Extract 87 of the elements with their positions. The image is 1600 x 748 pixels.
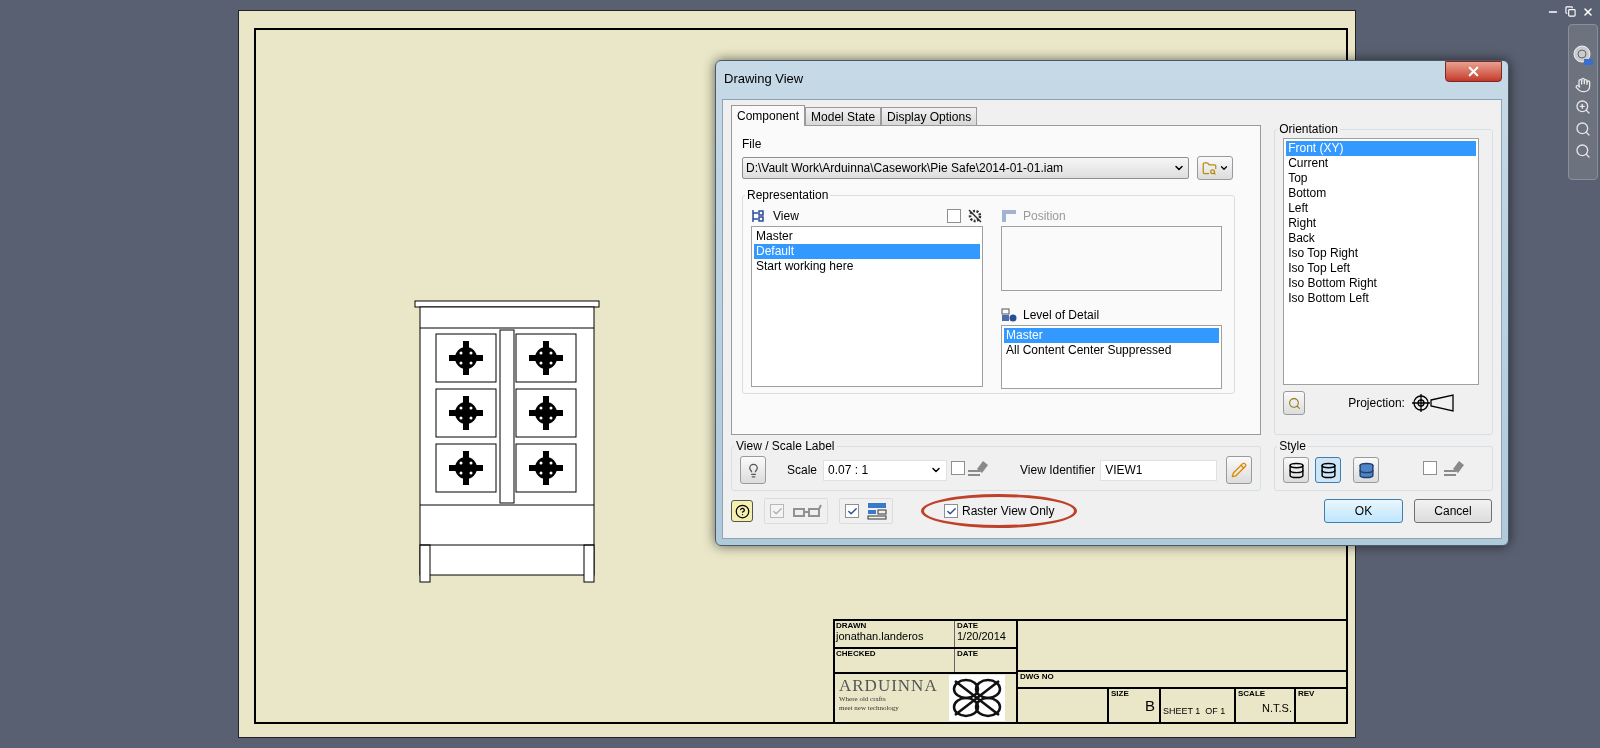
field-label: Position xyxy=(1023,208,1066,225)
list-item[interactable]: Top xyxy=(1286,171,1477,186)
view-identifier-field[interactable]: VIEW1 xyxy=(1100,459,1218,481)
field-label: CHECKED xyxy=(836,649,877,658)
list-item[interactable]: Bottom xyxy=(1286,186,1477,201)
knot-logo-icon xyxy=(949,675,1005,721)
field-label: DATE xyxy=(957,649,980,658)
check-icon xyxy=(771,505,783,517)
list-item[interactable]: Back xyxy=(1286,231,1477,246)
ok-button[interactable]: OK xyxy=(1324,499,1403,523)
close-icon[interactable] xyxy=(1582,6,1594,18)
projection-icon xyxy=(1410,393,1455,413)
group-label: Style xyxy=(1278,438,1307,455)
window-title: Drawing View xyxy=(724,70,804,88)
list-item[interactable]: Current xyxy=(1286,156,1477,171)
style-button[interactable] xyxy=(1283,457,1310,483)
date-value: 1/20/2014 xyxy=(957,630,1007,643)
field-label: DRAWN xyxy=(836,621,868,630)
folder-search-icon xyxy=(1201,160,1217,176)
scale-dropdown[interactable]: 0.07 : 1 xyxy=(823,459,948,481)
list-item[interactable]: Iso Bottom Left xyxy=(1286,291,1477,306)
field-label: File xyxy=(742,136,763,153)
style-button[interactable] xyxy=(1315,457,1342,483)
caret-icon xyxy=(1218,163,1229,173)
checkbox-label[interactable]: Raster View Only xyxy=(962,502,1055,520)
cylinder-icon xyxy=(1319,461,1337,479)
help-icon xyxy=(734,503,750,519)
field-label: View xyxy=(773,208,800,225)
zoom-all-icon[interactable] xyxy=(1575,143,1591,159)
group-label: Orientation xyxy=(1278,121,1339,138)
field-label: SCALE xyxy=(1238,689,1267,698)
style-button[interactable] xyxy=(1353,457,1380,483)
field-label: Projection: xyxy=(1348,395,1405,412)
check-icon xyxy=(945,505,957,517)
glasses-icon xyxy=(792,504,822,518)
camera-button[interactable] xyxy=(1283,391,1306,415)
field-label: Scale xyxy=(787,462,818,479)
list-item[interactable]: Iso Top Left xyxy=(1286,261,1477,276)
list-item[interactable]: Iso Bottom Right xyxy=(1286,276,1477,291)
edit-button[interactable] xyxy=(1226,456,1253,484)
list-item[interactable]: Master xyxy=(754,229,980,244)
field-label: SIZE xyxy=(1111,689,1130,698)
detail-level-icon xyxy=(1001,308,1017,322)
layout-icon xyxy=(867,502,887,520)
position-icon xyxy=(1001,209,1017,223)
group-label: View / Scale Label xyxy=(735,438,836,455)
tab[interactable]: Component xyxy=(731,105,806,126)
field-label: Level of Detail xyxy=(1023,307,1100,324)
cylinder-icon xyxy=(1287,461,1305,479)
field-label: View Identifier xyxy=(1020,462,1096,479)
help-button[interactable] xyxy=(731,500,753,522)
list-item[interactable]: Iso Top Right xyxy=(1286,246,1477,261)
cancel-button[interactable]: Cancel xyxy=(1414,499,1492,523)
close-button[interactable] xyxy=(1445,61,1502,82)
zoom-window-icon[interactable] xyxy=(1575,121,1591,137)
checkbox[interactable] xyxy=(951,460,966,475)
pan-icon[interactable] xyxy=(1575,77,1591,93)
field-label: REV xyxy=(1298,689,1316,698)
browse-button[interactable] xyxy=(1197,156,1233,180)
list-item[interactable]: Start working here xyxy=(754,259,980,274)
tab[interactable]: Display Options xyxy=(881,107,978,125)
pencil-icon xyxy=(1231,462,1248,478)
checkbox[interactable] xyxy=(944,504,958,518)
tab[interactable]: Model State xyxy=(805,107,882,125)
zoom-icon[interactable] xyxy=(1575,99,1591,115)
shaded-cylinder-icon xyxy=(1357,461,1375,479)
sheet-number: SHEET 1 OF 1 xyxy=(1163,704,1226,718)
file-dropdown[interactable]: D:\Vault Work\Arduinna\Casework\Pie Safe\2014-01-01.iam xyxy=(742,157,1189,179)
restore-icon[interactable] xyxy=(1565,6,1576,17)
check-icon xyxy=(846,505,858,517)
field-label: DATE xyxy=(957,621,980,630)
label-toggle-button[interactable] xyxy=(740,456,766,484)
field-label: DWG NO xyxy=(1020,672,1055,681)
tree-icon xyxy=(751,209,767,223)
view-wheel-icon[interactable] xyxy=(1572,43,1594,67)
drawn-by-value: jonathan.landeros xyxy=(836,630,925,643)
checkbox[interactable] xyxy=(947,209,961,223)
company-name: ARDUINNA xyxy=(839,676,939,695)
checkbox[interactable] xyxy=(845,504,859,518)
scale-value: N.T.S. xyxy=(1262,701,1292,715)
list-item[interactable]: Right xyxy=(1286,216,1477,231)
list-item[interactable]: Left xyxy=(1286,201,1477,216)
close-icon xyxy=(1466,64,1481,79)
list-item[interactable]: All Content Center Suppressed xyxy=(1004,343,1219,358)
size-value: B xyxy=(1145,698,1156,714)
group-label: Representation xyxy=(746,187,830,204)
checkbox[interactable] xyxy=(1423,460,1438,475)
